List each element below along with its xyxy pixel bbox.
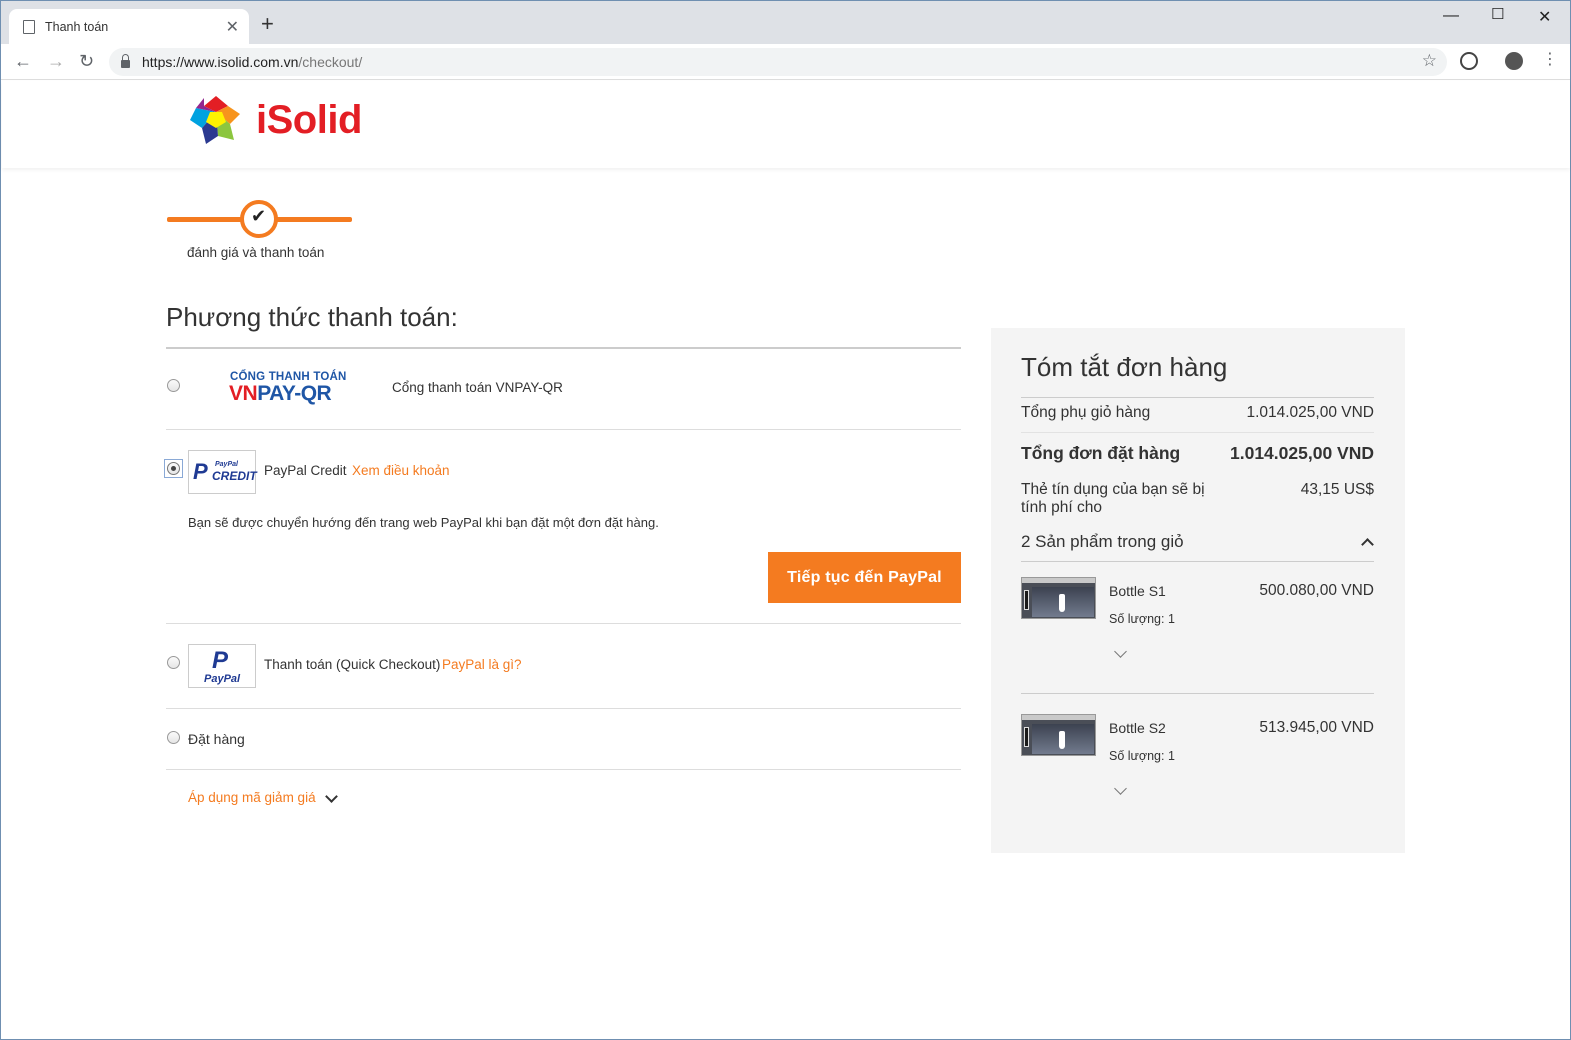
place-order-label: Đặt hàng	[188, 731, 245, 747]
close-tab-icon[interactable]: ✕	[226, 17, 239, 37]
divider	[166, 769, 961, 770]
brand-name: iSolid	[256, 97, 362, 142]
item-details-chevron-icon[interactable]	[1114, 645, 1127, 658]
divider	[166, 623, 961, 624]
tab-strip: Thanh toán ✕ + — ☐ ✕	[1, 1, 1570, 44]
product-thumbnail[interactable]	[1021, 714, 1096, 756]
divider	[166, 429, 961, 430]
item-details-chevron-icon[interactable]	[1114, 782, 1127, 795]
order-summary: Tóm tắt đơn hàng Tổng phụ giỏ hàng 1.014…	[991, 328, 1405, 853]
new-tab-icon[interactable]: +	[261, 13, 274, 35]
vnpay-logo-main-text: VNPAY-QR	[229, 382, 332, 405]
order-total-value: 1.014.025,00 VND	[1230, 443, 1374, 463]
item-name: Bottle S1	[1109, 583, 1166, 599]
browser-toolbar: ← → ↻ https://www.isolid.com.vn/checkout…	[1, 44, 1570, 80]
url-host: https://www.isolid.com.vn	[142, 54, 299, 70]
chevron-down-icon[interactable]	[325, 790, 338, 803]
divider	[1021, 432, 1374, 433]
cart-count-label[interactable]: 2 Sản phẩm trong giỏ	[1021, 532, 1184, 552]
apply-discount-toggle[interactable]: Áp dụng mã giảm giá	[188, 790, 316, 805]
back-icon[interactable]: ←	[14, 50, 32, 72]
charge-label: Thẻ tín dụng của bạn sẽ bị tính phí cho	[1021, 481, 1205, 516]
radio-vnpay[interactable]	[167, 379, 180, 392]
charge-value: 43,15 US$	[1300, 481, 1374, 498]
progress-step-label: đánh giá và thanh toán	[187, 245, 325, 260]
paypal-logo: P PayPal	[188, 644, 256, 688]
radio-place-order[interactable]	[167, 731, 180, 744]
site-header: iSolid	[2, 81, 1570, 168]
item-qty: Số lượng: 1	[1109, 749, 1175, 763]
paypal-credit-logo-small: PayPal	[215, 461, 238, 468]
continue-to-paypal-button[interactable]: Tiếp tục đến PayPal	[768, 552, 961, 603]
item-price: 513.945,00 VND	[1259, 719, 1374, 736]
paypal-p-icon: P	[193, 459, 208, 484]
window-close-icon[interactable]: ✕	[1538, 7, 1551, 27]
divider	[1021, 561, 1374, 562]
radio-paypal-credit[interactable]	[167, 462, 180, 475]
divider	[166, 708, 961, 709]
item-price: 500.080,00 VND	[1259, 582, 1374, 599]
address-bar[interactable]: https://www.isolid.com.vn/checkout/ ☆	[109, 48, 1447, 76]
what-is-paypal-link[interactable]: PayPal là gì?	[442, 657, 522, 672]
paypal-credit-logo: P PayPal CREDIT	[188, 450, 257, 494]
item-name: Bottle S2	[1109, 720, 1166, 736]
terms-link[interactable]: Xem điều khoản	[352, 463, 450, 478]
checkout-progress: ✔ đánh giá và thanh toán	[167, 197, 352, 267]
order-total-label: Tổng đơn đặt hàng	[1021, 443, 1181, 463]
document-icon	[23, 19, 35, 34]
browser-window: Thanh toán ✕ + — ☐ ✕ ← → ↻ https://www.i…	[0, 0, 1571, 1040]
forward-icon[interactable]: →	[47, 50, 65, 72]
minimize-icon[interactable]: —	[1443, 7, 1459, 25]
isolid-cube-logo-icon	[190, 96, 240, 144]
vnpay-logo: CỔNG THANH TOÁN VNPAY-QR	[229, 371, 349, 413]
divider	[1021, 693, 1374, 694]
item-qty: Số lượng: 1	[1109, 612, 1175, 626]
checkmark-icon: ✔	[251, 206, 267, 226]
chevron-up-icon[interactable]	[1361, 538, 1374, 551]
url-path: /checkout/	[298, 54, 363, 70]
tab-title: Thanh toán	[45, 19, 109, 34]
summary-title: Tóm tắt đơn hàng	[1021, 352, 1228, 382]
paypal-credit-label: PayPal Credit	[264, 463, 347, 478]
lock-icon	[121, 54, 130, 68]
progress-step-dot: ✔	[240, 200, 278, 238]
extension-icon[interactable]	[1460, 52, 1478, 70]
redirect-note: Bạn sẽ được chuyển hướng đến trang web P…	[188, 515, 659, 530]
subtotal-value: 1.014.025,00 VND	[1246, 404, 1374, 421]
paypal-logo-text: PayPal	[204, 673, 241, 685]
radio-paypal-quick-checkout[interactable]	[167, 656, 180, 669]
payment-methods-title: Phương thức thanh toán:	[166, 302, 458, 332]
vnpay-label: Cổng thanh toán VNPAY-QR	[392, 380, 563, 395]
menu-dots-icon[interactable]: ⋮	[1542, 49, 1558, 71]
product-thumbnail[interactable]	[1021, 577, 1096, 619]
tab-checkout[interactable]: Thanh toán ✕	[9, 9, 249, 44]
bookmark-star-icon[interactable]: ☆	[1422, 51, 1437, 71]
subtotal-label: Tổng phụ giỏ hàng	[1021, 404, 1151, 421]
divider	[166, 347, 961, 349]
paypal-quick-checkout-label: Thanh toán (Quick Checkout)	[264, 657, 441, 672]
paypal-p-icon: P	[212, 647, 229, 674]
maximize-icon[interactable]: ☐	[1491, 5, 1504, 23]
divider	[1021, 397, 1374, 398]
reload-icon[interactable]: ↻	[79, 50, 94, 72]
paypal-credit-logo-main: CREDIT	[212, 469, 257, 483]
profile-avatar-icon[interactable]	[1505, 52, 1523, 70]
site-logo[interactable]: iSolid	[188, 92, 362, 148]
